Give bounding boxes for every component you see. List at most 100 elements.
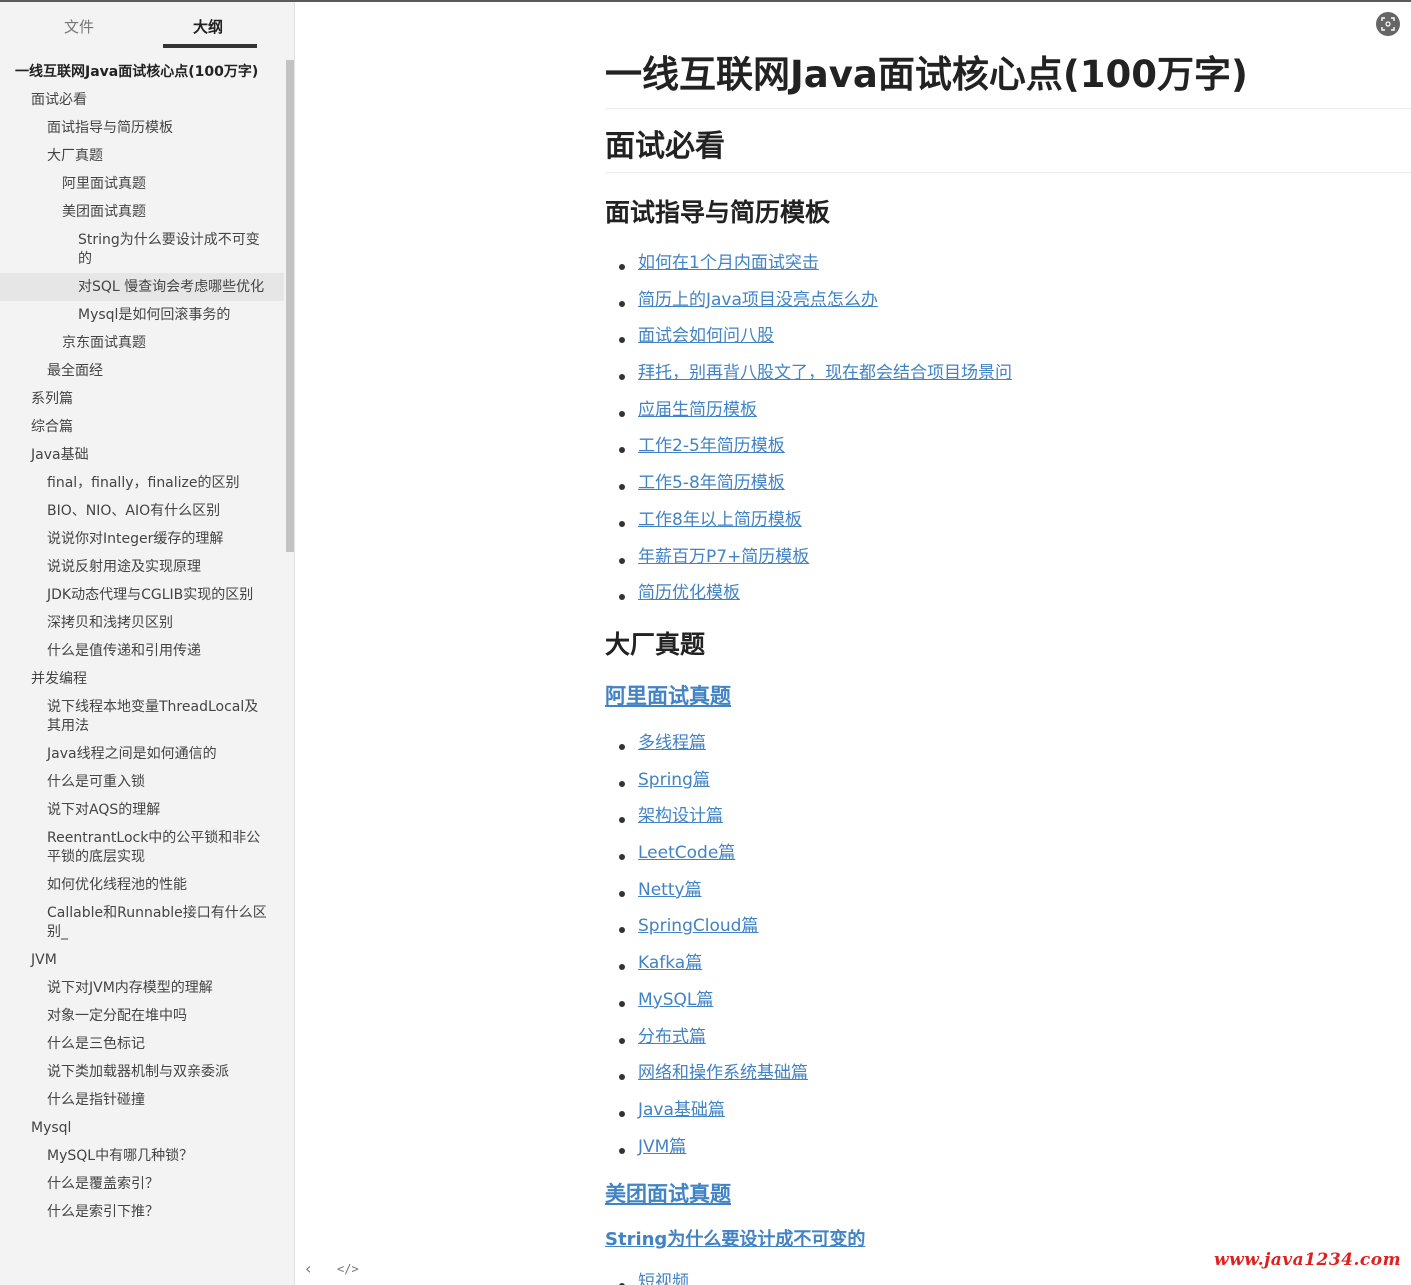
outline-item[interactable]: 说说你对Integer缓存的理解 <box>0 525 284 553</box>
outline-item[interactable]: 什么是索引下推？ <box>0 1198 284 1226</box>
outline-item[interactable]: 面试必看 <box>0 86 284 114</box>
outline-item[interactable]: String为什么要设计成不可变的 <box>0 226 284 273</box>
outline-item[interactable]: 面试指导与简历模板 <box>0 114 284 142</box>
content-link[interactable]: SpringCloud篇 <box>638 916 758 936</box>
list-item: SpringCloud篇 <box>605 914 808 951</box>
outline-item[interactable]: 大厂真题 <box>0 142 284 170</box>
tab-outline[interactable]: 大纲 <box>193 16 223 37</box>
content-link[interactable]: 工作5-8年简历模板 <box>638 473 785 493</box>
content-link[interactable]: Kafka篇 <box>638 953 702 973</box>
outline-item[interactable]: Mysql是如何回滚事务的 <box>0 301 284 329</box>
list-item: 工作5-8年简历模板 <box>605 471 1012 508</box>
outline-item[interactable]: 说下对AQS的理解 <box>0 796 284 824</box>
outline-item[interactable]: 什么是指针碰撞 <box>0 1086 284 1114</box>
outline-item[interactable]: 一线互联网Java面试核心点(100万字) <box>0 58 284 86</box>
outline-item[interactable]: JDK动态代理与CGLIB实现的区别 <box>0 581 284 609</box>
content-link[interactable]: 工作2-5年简历模板 <box>638 436 785 456</box>
ali-link-list: 多线程篇 Spring篇 架构设计篇 LeetCode篇 Netty篇 SpringClo… <box>605 731 808 1171</box>
outline-item[interactable]: Java基础 <box>0 441 284 469</box>
content-link[interactable]: Java基础篇 <box>638 1100 725 1120</box>
source-code-mode-button[interactable]: </> <box>337 1259 359 1279</box>
outline-item[interactable]: 什么是值传递和引用传递 <box>0 637 284 665</box>
outline-item[interactable]: JVM <box>0 946 284 974</box>
content-link[interactable]: 简历上的Java项目没亮点怎么办 <box>638 290 878 310</box>
list-item: 架构设计篇 <box>605 804 808 841</box>
outline-list: 一线互联网Java面试核心点(100万字) 面试必看 面试指导与简历模板 大厂真题 阿里… <box>0 58 284 1226</box>
list-item: Spring篇 <box>605 768 808 805</box>
guide-link-list: 如何在1个月内面试突击简历上的Java项目没亮点怎么办 面试会如何问八股拜托，别再… <box>605 251 1012 618</box>
outline-item[interactable]: ReentrantLock中的公平锁和非公平锁的底层实现 <box>0 824 284 871</box>
content-link[interactable]: Spring篇 <box>638 770 710 790</box>
active-tab-indicator <box>163 44 257 48</box>
heading-ali[interactable]: 阿里面试真题 <box>605 682 731 710</box>
link-short-video[interactable]: 短视频 <box>638 1272 689 1285</box>
outline-item[interactable]: 系列篇 <box>0 385 284 413</box>
sidebar: 文件 大纲 一线互联网Java面试核心点(100万字) 面试必看 面试指导与简历模板… <box>0 2 295 1285</box>
list-item: 面试会如何问八股 <box>605 324 1012 361</box>
outline-item[interactable]: 说下类加载器机制与双亲委派 <box>0 1058 284 1086</box>
outline-item[interactable]: 什么是可重入锁 <box>0 768 284 796</box>
content-link[interactable]: 应届生简历模板 <box>638 400 757 420</box>
content-link[interactable]: JVM篇 <box>638 1137 686 1157</box>
content-link[interactable]: 如何在1个月内面试突击 <box>638 253 819 273</box>
collapse-sidebar-button[interactable]: ‹ <box>305 1259 321 1279</box>
outline-item[interactable]: 如何优化线程池的性能 <box>0 871 284 899</box>
outline-item[interactable]: BIO、NIO、AIO有什么区别 <box>0 497 284 525</box>
document-title: 一线互联网Java面试核心点(100万字) <box>605 52 1411 109</box>
list-item: 年薪百万P7+简历模板 <box>605 545 1012 582</box>
outline-item[interactable]: MySQL中有哪几种锁？ <box>0 1142 284 1170</box>
outline-item[interactable]: 说下对JVM内存模型的理解 <box>0 974 284 1002</box>
outline-item[interactable]: 什么是覆盖索引？ <box>0 1170 284 1198</box>
outline-item[interactable]: final，finally，finalize的区别 <box>0 469 284 497</box>
list-item: 拜托，别再背八股文了，现在都会结合项目场景问 <box>605 361 1012 398</box>
list-item: MySQL篇 <box>605 988 808 1025</box>
list-item: 工作2-5年简历模板 <box>605 434 1012 471</box>
content-link[interactable]: 分布式篇 <box>638 1027 706 1047</box>
list-item: 分布式篇 <box>605 1025 808 1062</box>
content-link[interactable]: 年薪百万P7+简历模板 <box>638 547 809 567</box>
outline-item[interactable]: 美团面试真题 <box>0 198 284 226</box>
outline-item[interactable]: 说说反射用途及实现原理 <box>0 553 284 581</box>
outline-item[interactable]: 京东面试真题 <box>0 329 284 357</box>
outline-item[interactable]: 深拷贝和浅拷贝区别 <box>0 609 284 637</box>
content-link[interactable]: Netty篇 <box>638 880 702 900</box>
outline-item[interactable]: Mysql <box>0 1114 284 1142</box>
outline-item[interactable]: 最全面经 <box>0 357 284 385</box>
sidebar-scrollbar[interactable] <box>286 60 294 552</box>
content-link[interactable]: 多线程篇 <box>638 733 706 753</box>
outline-item[interactable]: Callable和Runnable接口有什么区别_ <box>0 899 284 946</box>
list-item: 工作8年以上简历模板 <box>605 508 1012 545</box>
outline-item[interactable]: 对象一定分配在堆中吗 <box>0 1002 284 1030</box>
heading-meituan[interactable]: 美团面试真题 <box>605 1180 731 1208</box>
list-item: JVM篇 <box>605 1135 808 1172</box>
list-item: 如何在1个月内面试突击 <box>605 251 1012 288</box>
heading-bigco: 大厂真题 <box>605 630 706 659</box>
sidebar-tabs: 文件 大纲 <box>0 2 294 58</box>
heading-must-read: 面试必看 <box>605 128 1411 173</box>
list-item: 短视频 <box>605 1270 689 1285</box>
focus-mode-button[interactable] <box>1376 12 1400 36</box>
list-item: Java基础篇 <box>605 1098 808 1135</box>
outline-item[interactable]: 并发编程 <box>0 665 284 693</box>
outline-item[interactable]: 什么是三色标记 <box>0 1030 284 1058</box>
content-link[interactable]: 简历优化模板 <box>638 583 740 603</box>
tab-files[interactable]: 文件 <box>64 16 94 37</box>
outline-item[interactable]: 综合篇 <box>0 413 284 441</box>
content-link[interactable]: MySQL篇 <box>638 990 713 1010</box>
content-link[interactable]: 架构设计篇 <box>638 806 723 826</box>
content-link[interactable]: LeetCode篇 <box>638 843 735 863</box>
content-link[interactable]: 面试会如何问八股 <box>638 326 774 346</box>
content-link[interactable]: 工作8年以上简历模板 <box>638 510 802 530</box>
outline-item[interactable]: 阿里面试真题 <box>0 170 284 198</box>
content-link[interactable]: 拜托，别再背八股文了，现在都会结合项目场景问 <box>638 363 1012 383</box>
heading-string-immutable[interactable]: String为什么要设计成不可变的 <box>605 1228 865 1252</box>
outline-item[interactable]: 说下线程本地变量ThreadLocal及其用法 <box>0 693 284 740</box>
heading-guide: 面试指导与简历模板 <box>605 198 831 227</box>
outline-item[interactable]: 对SQL 慢查询会考虑哪些优化 <box>0 273 284 301</box>
list-item: 多线程篇 <box>605 731 808 768</box>
list-item: 简历优化模板 <box>605 581 1012 618</box>
content-link[interactable]: 网络和操作系统基础篇 <box>638 1063 808 1083</box>
outline-item[interactable]: Java线程之间是如何通信的 <box>0 740 284 768</box>
list-item: 简历上的Java项目没亮点怎么办 <box>605 288 1012 325</box>
list-item: 应届生简历模板 <box>605 398 1012 435</box>
